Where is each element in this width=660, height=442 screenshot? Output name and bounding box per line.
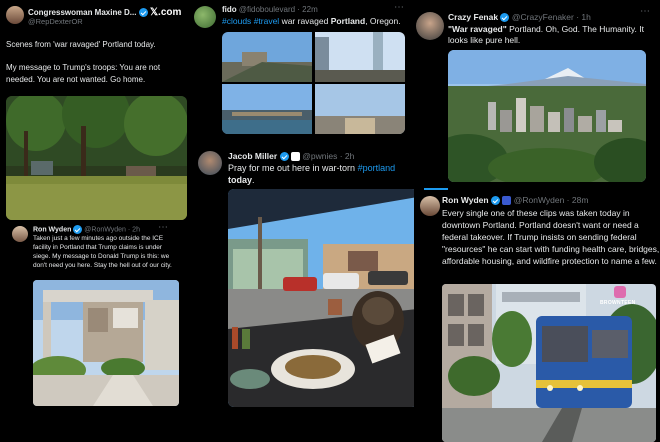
- author-name[interactable]: Ron Wyden: [442, 195, 489, 205]
- photo-grid-1[interactable]: [222, 32, 312, 82]
- author-name[interactable]: Jacob Miller: [228, 151, 277, 161]
- verified-badge-icon: [279, 152, 289, 162]
- tweet-card-fido[interactable]: fido @fidoboulevard · 22m ⋯ #clouds #tra…: [190, 0, 414, 145]
- photo-grid-4[interactable]: [315, 84, 405, 134]
- more-options-icon[interactable]: ⋯: [394, 2, 405, 13]
- streetcar-video[interactable]: BROWNTEEN: [442, 284, 656, 442]
- tweet-text: Every single one of these clips was take…: [442, 208, 660, 266]
- thread-indicator: [424, 188, 448, 190]
- hashtag-travel[interactable]: #travel: [254, 16, 280, 26]
- author-name[interactable]: Crazy Fenak: [448, 12, 498, 22]
- avatar[interactable]: [194, 6, 216, 28]
- portland-skyline-photo[interactable]: [448, 50, 646, 182]
- avatar[interactable]: [6, 6, 24, 24]
- quote-text: Taken just a few minutes ago outside the…: [33, 235, 172, 269]
- affiliate-badge-icon: [290, 152, 300, 162]
- hashtag-portland[interactable]: #portland: [358, 163, 396, 173]
- quote-author-handle[interactable]: @RonWyden · 2h: [84, 226, 140, 233]
- author-handle[interactable]: @RonWyden · 28m: [514, 195, 589, 205]
- photo-grid-3[interactable]: [222, 84, 312, 134]
- author-handle[interactable]: @CrazyFenaker · 1h: [512, 12, 591, 22]
- tweet-text-part: .: [252, 175, 255, 185]
- author-handle[interactable]: @pwnies · 2h: [302, 151, 354, 161]
- tweet-card-maxine[interactable]: Congresswoman Maxine D... @RepDexterOR 𝕏…: [0, 0, 190, 442]
- government-badge-icon: [502, 196, 512, 206]
- tweet-text: #clouds #travel war ravaged Portland, Or…: [222, 16, 412, 27]
- tweet-text-bold: Portland: [330, 16, 366, 26]
- verified-badge-icon: [73, 225, 83, 234]
- avatar[interactable]: [198, 151, 222, 175]
- tweet-text-line1: Scenes from 'war ravaged' Portland today…: [6, 40, 156, 49]
- quote-author-name[interactable]: Ron Wyden: [33, 226, 71, 233]
- verified-badge-icon: [138, 8, 148, 18]
- x-logo-icon: 𝕏.com: [150, 7, 182, 18]
- street-cafe-photo[interactable]: [228, 189, 414, 407]
- more-options-icon[interactable]: ⋯: [158, 222, 169, 233]
- photo-grid-2[interactable]: [315, 32, 405, 82]
- quote-avatar[interactable]: [12, 226, 28, 242]
- tweet-text: "War ravaged" Portland. Oh, God. The Hum…: [448, 24, 648, 46]
- tweet-card-wyden[interactable]: Ron Wyden @RonWyden · 28m Every single o…: [414, 188, 660, 442]
- avatar[interactable]: [420, 196, 440, 216]
- author-name[interactable]: fido: [222, 5, 237, 14]
- video-watermark: BROWNTEEN: [600, 300, 636, 306]
- tweet-text-part: Pray for me out here in war-torn: [228, 163, 358, 173]
- hashtag-clouds[interactable]: #clouds: [222, 16, 251, 26]
- avatar[interactable]: [416, 12, 444, 40]
- tweet-text-bold: "War ravaged": [448, 24, 507, 34]
- tweet-text-bold: today: [228, 175, 253, 185]
- tweet-text-line2: My message to Trump's troops: You are no…: [6, 63, 161, 84]
- more-options-icon[interactable]: ⋯: [640, 6, 651, 17]
- author-name[interactable]: Congresswoman Maxine D...: [28, 8, 136, 17]
- tweet-text: Pray for me out here in war-torn #portla…: [228, 162, 412, 186]
- tweet-card-crazy-fenak[interactable]: Crazy Fenak @CrazyFenaker · 1h ⋯ "War ra…: [414, 0, 660, 188]
- park-photo[interactable]: [6, 96, 187, 220]
- tweet-text-part: , Oregon.: [365, 16, 401, 26]
- ice-facility-photo[interactable]: [33, 280, 179, 406]
- tweet-card-jacob[interactable]: Jacob Miller @pwnies · 2h Pray for me ou…: [190, 145, 414, 442]
- tweet-text-part: war ravaged: [279, 16, 331, 26]
- author-handle[interactable]: @fidoboulevard · 22m: [239, 5, 318, 14]
- verified-badge-icon: [500, 13, 510, 23]
- verified-badge-icon: [490, 196, 500, 206]
- author-handle[interactable]: @RepDexterOR: [28, 17, 83, 26]
